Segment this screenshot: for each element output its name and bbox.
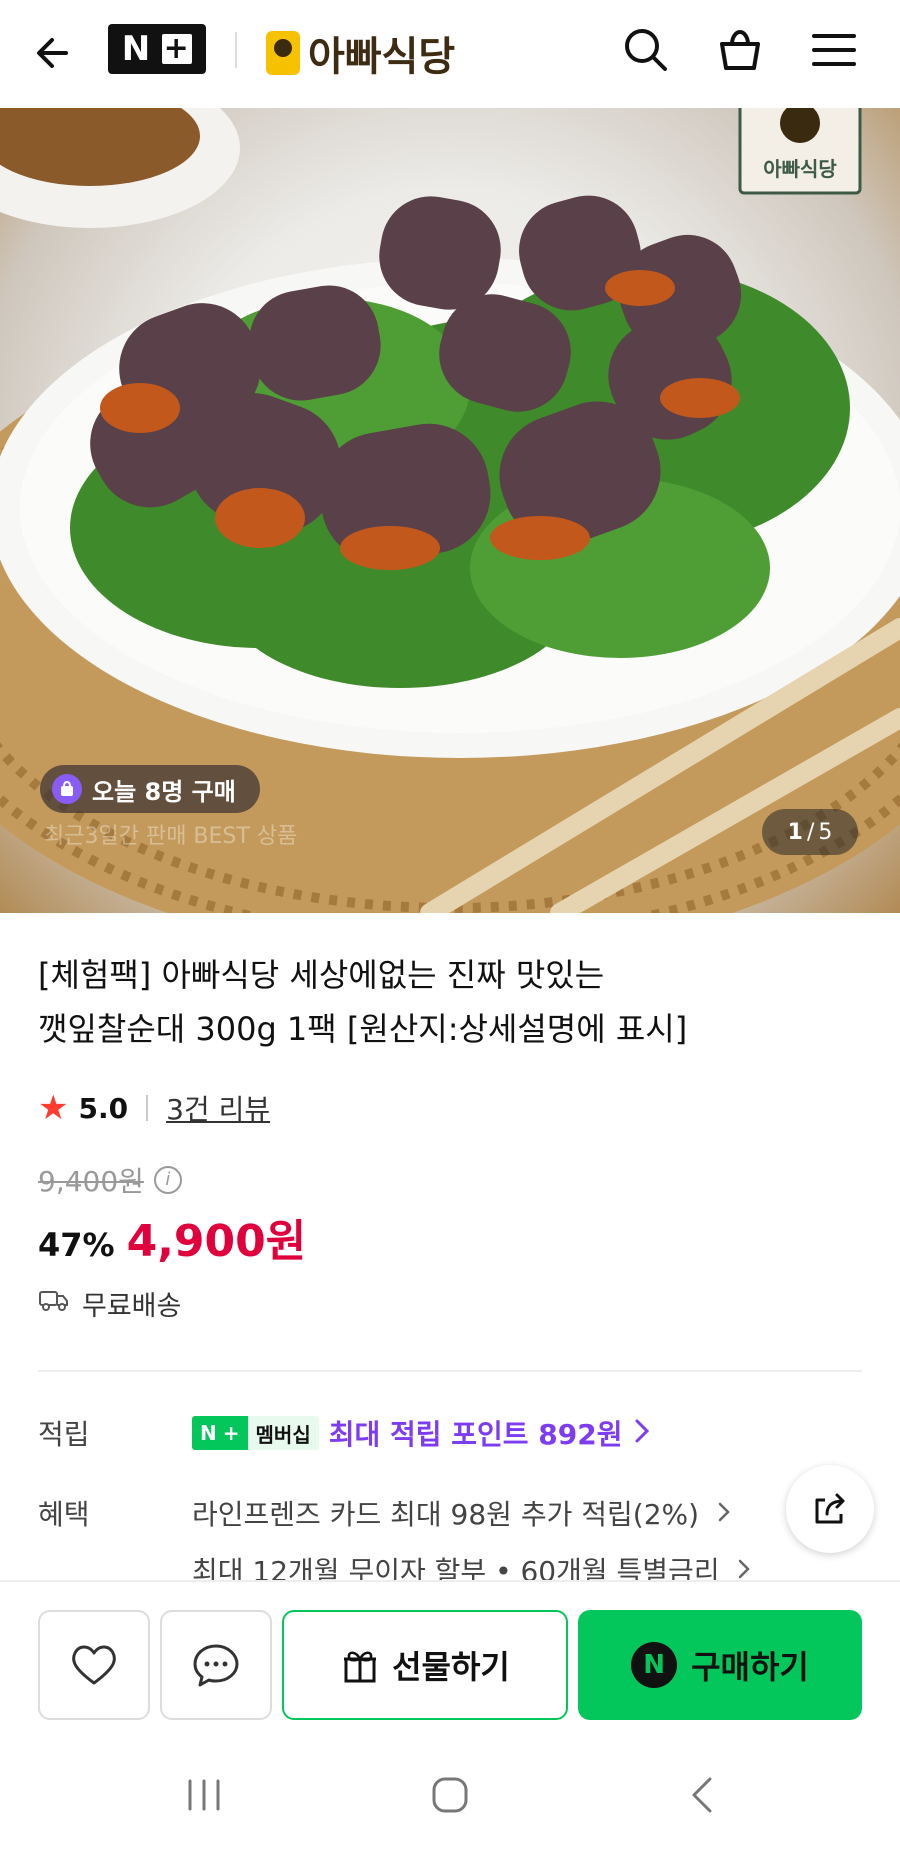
shopping-bag-icon[interactable]	[714, 24, 766, 76]
watermark-brand: 아빠식당	[763, 157, 837, 181]
chevron-right-icon	[718, 1502, 730, 1522]
nplus-membership-badge: N + 멤버십	[192, 1416, 319, 1450]
pager-total: 5	[818, 819, 833, 845]
store-brand[interactable]: 아빠식당	[266, 24, 455, 82]
nplus-logo[interactable]: N +	[108, 24, 206, 74]
system-navigation-bar	[0, 1727, 900, 1857]
gift-icon	[344, 1651, 377, 1683]
section-divider	[38, 1370, 862, 1372]
membership-text: 멤버십	[247, 1416, 319, 1450]
heart-icon	[72, 1645, 116, 1685]
faded-best-caption: 최근3일간 판매 BEST 상품	[44, 824, 298, 849]
talk-chat-button[interactable]	[160, 1610, 272, 1720]
product-title: [체험팩] 아빠식당 세상에없는 진짜 맛있는 깻잎찰순대 300g 1팩 [원…	[38, 948, 858, 1056]
wishlist-button[interactable]	[38, 1610, 150, 1720]
bottom-action-bar: 선물하기 N 구매하기	[0, 1580, 900, 1727]
review-count-link[interactable]: 3건 리뷰	[166, 1088, 270, 1128]
pager-separator: /	[806, 819, 815, 845]
buy-label: 구매하기	[691, 1648, 809, 1686]
purple-bag-icon	[52, 774, 82, 804]
chevron-right-icon	[739, 1559, 751, 1579]
product-title-line2: 깻잎찰순대 300g 1팩 [원산지:상세설명에 표시]	[38, 1010, 688, 1048]
header-divider	[235, 32, 237, 68]
gift-button[interactable]: 선물하기	[282, 1610, 568, 1720]
home-icon[interactable]	[422, 1767, 478, 1823]
rating-row: ★ 5.0 3건 리뷰	[38, 1088, 270, 1128]
top-app-bar: N + 아빠식당	[0, 0, 900, 108]
npay-n-icon: N	[631, 1642, 678, 1688]
sale-price-row: 47% 4,900원	[38, 1205, 306, 1269]
gift-label: 선물하기	[392, 1648, 510, 1686]
card-benefit-link[interactable]: 라인프렌즈 카드 최대 98원 추가 적립(2%)	[192, 1493, 732, 1533]
discount-rate: 47%	[38, 1226, 115, 1264]
product-title-line1: [체험팩] 아빠식당 세상에없는 진짜 맛있는	[38, 956, 605, 994]
card-benefit-text: 라인프렌즈 카드 최대 98원 추가 적립(2%)	[192, 1498, 700, 1531]
share-button[interactable]	[786, 1465, 874, 1553]
plus-icon: +	[162, 31, 193, 66]
shipping-text: 무료배송	[82, 1291, 182, 1322]
hamburger-menu-icon[interactable]	[808, 24, 860, 76]
benefits-label: 혜택	[38, 1498, 90, 1531]
share-icon	[815, 1493, 845, 1524]
rating-divider	[146, 1095, 149, 1121]
max-points-text: 최대 적립 포인트 892원	[328, 1418, 623, 1451]
brand-name: 아빠식당	[308, 34, 456, 80]
sale-price: 4,900원	[126, 1216, 307, 1267]
points-label: 적립	[38, 1418, 90, 1451]
original-price: 9,400원	[38, 1165, 144, 1198]
brand-logo-icon	[266, 31, 300, 75]
truck-icon	[38, 1287, 70, 1320]
original-price-row: 9,400원 i	[38, 1160, 182, 1200]
image-pager: 1 / 5	[762, 809, 858, 855]
chevron-right-icon	[633, 1417, 651, 1449]
search-icon[interactable]	[620, 24, 672, 76]
rating-score: 5.0	[78, 1091, 129, 1125]
recent-apps-icon[interactable]	[176, 1767, 232, 1823]
points-row[interactable]: N + 멤버십 최대 적립 포인트 892원	[192, 1413, 651, 1453]
shipping-row: 무료배송	[38, 1284, 181, 1323]
back-arrow-icon[interactable]	[30, 28, 80, 78]
today-buyers-text: 오늘 8명 구매	[92, 777, 236, 806]
today-buyers-badge: 오늘 8명 구매	[40, 765, 260, 813]
nplus-n: N	[121, 29, 153, 69]
pager-current: 1	[787, 819, 803, 845]
info-icon[interactable]: i	[153, 1166, 182, 1194]
chat-bubble-icon	[193, 1644, 239, 1687]
nplus-badge-mark: N +	[192, 1416, 248, 1450]
system-back-icon[interactable]	[676, 1767, 732, 1823]
product-image-carousel[interactable]: 아빠식당 오늘 8명 구매 최근3일간 판매 BEST 상품 1 / 5	[0, 108, 900, 913]
buy-now-button[interactable]: N 구매하기	[578, 1610, 862, 1720]
star-icon: ★	[38, 1088, 69, 1128]
